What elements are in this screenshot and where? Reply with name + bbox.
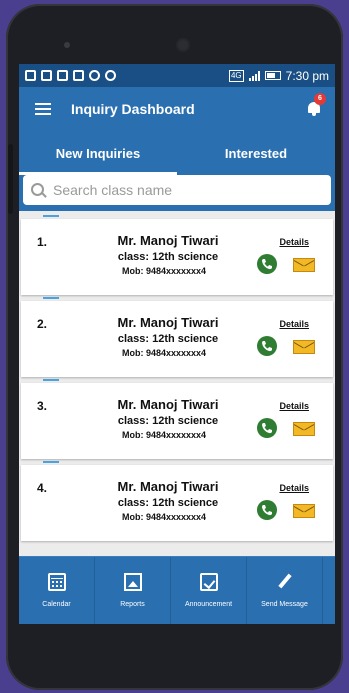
page-title: Inquiry Dashboard [71,101,195,117]
card-marker [43,215,59,217]
card-marker [43,297,59,299]
mail-icon[interactable] [293,340,315,354]
image-icon [123,573,142,591]
inquiry-card[interactable]: 2. Mr. Manoj Tiwari class: 12th science … [21,297,333,377]
pen-icon [276,573,294,591]
inquiry-mobile: Mob: 9484xxxxxxx4 [121,430,207,440]
nav-label: Send Message [261,601,308,608]
inquiry-index: 1. [37,235,48,249]
mail-icon[interactable] [293,504,315,518]
nav-more[interactable] [323,557,335,624]
inquiry-class: class: 12th science [117,251,219,263]
tab-bar: New Inquiries Interested [19,131,335,175]
app-bar: Inquiry Dashboard 6 [19,87,335,131]
notification-icon [41,70,52,81]
call-icon[interactable] [257,336,277,356]
inquiry-name: Mr. Manoj Tiwari [117,233,219,248]
nav-send-message[interactable]: Send Message [247,557,323,624]
call-icon[interactable] [257,254,277,274]
details-link[interactable]: Details [279,483,309,493]
active-tab-indicator [19,172,177,175]
card-marker [43,461,59,463]
checklist-icon [199,573,218,591]
bottom-navigation: Calendar Reports Announcement Send Messa… [19,556,335,624]
network-type: 4G [228,69,244,82]
mail-icon[interactable] [293,258,315,272]
app-screen: 4G 7:30 pm Inquiry Dashboard 6 New Inqui… [19,64,335,624]
notification-bell-icon[interactable]: 6 [307,93,326,116]
clock: 7:30 pm [285,68,329,83]
volume-button [8,144,13,214]
status-bar: 4G 7:30 pm [19,64,335,87]
tab-new-inquiries[interactable]: New Inquiries [19,131,177,175]
inquiry-card[interactable]: 1. Mr. Manoj Tiwari class: 12th science … [21,215,333,295]
inquiry-name: Mr. Manoj Tiwari [117,397,219,412]
hamburger-menu-icon[interactable] [35,103,51,115]
battery-icon [264,71,281,80]
nav-label: Announcement [184,601,233,608]
search-box[interactable] [23,175,331,205]
search-bar [19,175,335,211]
inquiry-class: class: 12th science [117,497,219,509]
notification-icon [25,70,36,81]
search-icon [31,183,45,197]
nav-reports[interactable]: Reports [95,557,171,624]
inquiry-name: Mr. Manoj Tiwari [117,479,219,494]
call-icon[interactable] [257,500,277,520]
mail-icon[interactable] [293,422,315,436]
search-input[interactable] [51,181,323,199]
details-link[interactable]: Details [279,237,309,247]
calendar-icon [47,573,66,591]
notification-icon [57,70,68,81]
card-marker [43,379,59,381]
inquiry-mobile: Mob: 9484xxxxxxx4 [121,512,207,522]
inquiry-index: 4. [37,481,48,495]
inquiry-card[interactable]: 3. Mr. Manoj Tiwari class: 12th science … [21,379,333,459]
nav-calendar[interactable]: Calendar [19,557,95,624]
notification-icon [73,70,84,81]
inquiry-class: class: 12th science [117,415,219,427]
inquiry-class: class: 12th science [117,333,219,345]
details-link[interactable]: Details [279,401,309,411]
whatsapp-icon [105,70,116,81]
nav-label: Reports [120,601,145,608]
inquiry-mobile: Mob: 9484xxxxxxx4 [121,348,207,358]
tab-interested[interactable]: Interested [177,131,335,175]
system-icons: 4G 7:30 pm [228,68,329,83]
speaker-dot [64,42,70,48]
signal-icon [248,70,260,81]
inquiry-index: 2. [37,317,48,331]
inquiry-list: 1. Mr. Manoj Tiwari class: 12th science … [19,211,335,541]
chat-icon [89,70,100,81]
inquiry-mobile: Mob: 9484xxxxxxx4 [121,266,207,276]
inquiry-card[interactable]: 4. Mr. Manoj Tiwari class: 12th science … [21,461,333,541]
notification-icons [25,70,116,81]
nav-label: Calendar [42,601,71,608]
notification-badge: 6 [314,93,326,105]
nav-announcement[interactable]: Announcement [171,557,247,624]
call-icon[interactable] [257,418,277,438]
front-camera [178,40,188,50]
inquiry-index: 3. [37,399,48,413]
inquiry-name: Mr. Manoj Tiwari [117,315,219,330]
details-link[interactable]: Details [279,319,309,329]
